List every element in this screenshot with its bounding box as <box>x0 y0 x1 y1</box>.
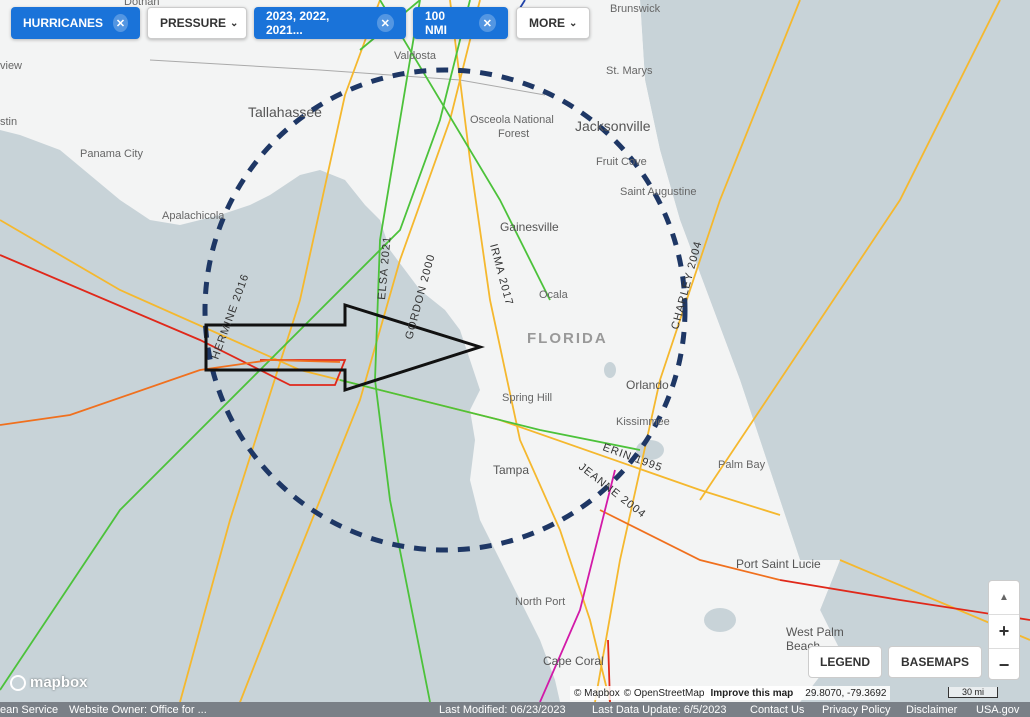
map-attribution: © Mapbox © OpenStreetMap Improve this ma… <box>570 686 891 700</box>
remove-icon[interactable]: ✕ <box>376 14 394 32</box>
map-label-jacksonville: Jacksonville <box>575 118 651 134</box>
attribution-mapbox[interactable]: © Mapbox <box>574 688 620 699</box>
chevron-down-icon: ⌄ <box>230 17 239 29</box>
legend-button[interactable]: LEGEND <box>808 646 882 678</box>
map-label-gainesville: Gainesville <box>500 220 559 234</box>
compass-icon[interactable]: ▲ <box>989 581 1019 615</box>
filter-radius-label: 100 NMI <box>425 9 447 37</box>
footer-data-update: Last Data Update: 6/5/2023 <box>592 703 727 716</box>
mapbox-icon <box>10 674 26 691</box>
site-footer: ean Service Website Owner: Office for ..… <box>0 702 1030 717</box>
map-label-osceola: Osceola National <box>470 114 554 126</box>
map-label-palm-bay: Palm Bay <box>718 459 766 471</box>
remove-icon[interactable]: ✕ <box>478 14 496 32</box>
map-label-kissimmee: Kissimmee <box>616 416 670 428</box>
filter-years-chip[interactable]: 2023, 2022, 2021... ✕ <box>254 7 406 39</box>
scale-bar: 30 mi <box>948 687 998 698</box>
zoom-controls: ▲ + − <box>988 580 1020 680</box>
chevron-down-icon: ⌄ <box>569 17 578 29</box>
mapbox-logo-text: mapbox <box>30 674 88 691</box>
hurricane-track-map[interactable]: HERMINE 2016 ELSA 2021 GORDON 2000 IRMA … <box>0 0 1030 717</box>
filter-hurricanes-label: HURRICANES <box>23 16 104 30</box>
mapbox-logo[interactable]: mapbox <box>10 674 88 691</box>
filter-years-label: 2023, 2022, 2021... <box>266 9 330 37</box>
filter-more-dropdown[interactable]: MORE ⌄ <box>516 7 590 39</box>
remove-icon[interactable]: ✕ <box>113 14 128 32</box>
map-label-ocala: Ocala <box>539 289 568 301</box>
map-label-north-port: North Port <box>515 596 566 608</box>
map-label-cape-coral: Cape Coral <box>543 654 604 668</box>
map-label-st-augustine: Saint Augustine <box>620 186 697 198</box>
map-label-tallahassee: Tallahassee <box>248 104 322 120</box>
map-label-valdosta: Valdosta <box>394 50 436 62</box>
map-label-austin: stin <box>0 116 18 128</box>
map-label-panama-city: Panama City <box>80 148 143 160</box>
zoom-out-button[interactable]: − <box>989 649 1019 682</box>
filter-more-label: MORE <box>529 16 565 30</box>
map-label-florida: FLORIDA <box>527 330 608 347</box>
zoom-in-button[interactable]: + <box>989 615 1019 649</box>
footer-contact-link[interactable]: Contact Us <box>750 704 804 716</box>
map-label-osceola-2: Forest <box>498 128 530 140</box>
footer-owner[interactable]: Website Owner: Office for ... <box>69 704 207 716</box>
footer-privacy-link[interactable]: Privacy Policy <box>822 704 890 716</box>
map-label-tampa: Tampa <box>493 463 530 477</box>
filter-hurricanes-chip[interactable]: HURRICANES ✕ <box>11 7 140 39</box>
footer-disclaimer-link[interactable]: Disclaimer <box>906 704 957 716</box>
filter-pressure-dropdown[interactable]: PRESSURE ⌄ <box>147 7 247 39</box>
attribution-improve[interactable]: Improve this map <box>710 688 793 699</box>
filter-radius-chip[interactable]: 100 NMI ✕ <box>413 7 508 39</box>
footer-ocean-service[interactable]: ean Service <box>0 704 58 716</box>
map-label-st-marys: St. Marys <box>606 65 653 77</box>
map-label-apalachicola: Apalachicola <box>162 210 225 222</box>
filter-pressure-label: PRESSURE <box>160 16 227 30</box>
map-label-fruit-cove: Fruit Cove <box>596 156 647 168</box>
attribution-osm[interactable]: © OpenStreetMap <box>624 688 705 699</box>
map-label-west-palm: West Palm <box>786 625 844 639</box>
map-label-spring-hill: Spring Hill <box>502 392 553 404</box>
coordinate-readout: 29.8070, -79.3692 <box>805 687 887 699</box>
footer-usagov-link[interactable]: USA.gov <box>976 704 1019 716</box>
map-label-brunswick: Brunswick <box>610 3 661 15</box>
map-label-port-saint-lucie: Port Saint Lucie <box>736 557 821 571</box>
basemaps-button[interactable]: BASEMAPS <box>888 646 982 678</box>
map-label-orlando: Orlando <box>626 378 669 392</box>
footer-last-modified: Last Modified: 06/23/2023 <box>439 703 566 716</box>
map-label-view: view <box>0 60 23 72</box>
